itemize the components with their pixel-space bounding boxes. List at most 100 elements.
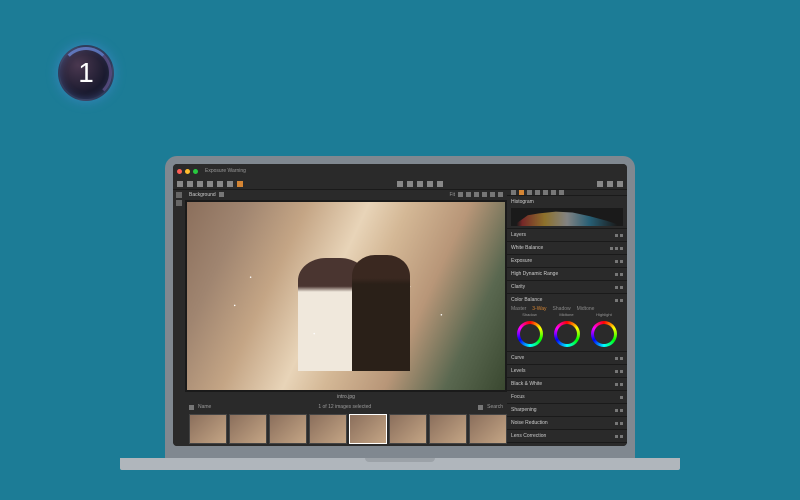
help-icon[interactable] [610, 247, 613, 250]
name-sort-label[interactable]: Name [198, 404, 211, 410]
reset-icon[interactable] [620, 435, 623, 438]
cb-tab-midtone[interactable]: Midtone [577, 306, 595, 312]
reset-icon[interactable] [620, 409, 623, 412]
help-icon[interactable] [615, 260, 618, 263]
styles-tab-icon[interactable] [543, 190, 548, 195]
exposure-tab-icon[interactable] [527, 190, 532, 195]
help-icon[interactable] [620, 396, 623, 399]
background-tab[interactable]: Background [189, 192, 216, 198]
redo-icon[interactable] [427, 181, 433, 187]
library-tab-icon[interactable] [176, 192, 182, 198]
panel-title[interactable]: Exposure [511, 258, 532, 264]
help-icon[interactable] [615, 273, 618, 276]
reset-icon[interactable] [620, 286, 623, 289]
thumbnail[interactable] [269, 414, 307, 444]
zoom-icon[interactable] [458, 192, 463, 197]
panel-title[interactable]: Curve [511, 355, 524, 361]
help-icon[interactable] [615, 422, 618, 425]
midtone-wheel[interactable] [554, 321, 580, 347]
eyedropper-icon[interactable] [466, 192, 471, 197]
thumbnail[interactable] [189, 414, 227, 444]
filename-label: intro.jpg [185, 392, 507, 402]
help-icon[interactable] [615, 370, 618, 373]
reset-icon[interactable] [437, 181, 443, 187]
star-icon[interactable] [597, 181, 603, 187]
color-tab-icon[interactable] [519, 190, 524, 195]
thumbnail[interactable] [349, 414, 387, 444]
bw-panel: Black & White [507, 378, 627, 391]
reset-icon[interactable] [620, 383, 623, 386]
reset-icon[interactable] [620, 234, 623, 237]
help-icon[interactable] [615, 409, 618, 412]
help-icon[interactable] [615, 299, 618, 302]
search-icon[interactable] [478, 405, 483, 410]
flip-icon[interactable] [490, 192, 495, 197]
reset-icon[interactable] [620, 357, 623, 360]
panel-title[interactable]: Black & White [511, 381, 542, 387]
arrow-icon[interactable] [177, 181, 183, 187]
rotate-right-icon[interactable] [482, 192, 487, 197]
reset-icon[interactable] [620, 370, 623, 373]
panel-title[interactable]: Focus [511, 394, 525, 400]
close-icon[interactable] [177, 169, 182, 174]
reset-icon[interactable] [620, 299, 623, 302]
help-icon[interactable] [615, 286, 618, 289]
help-icon[interactable] [615, 357, 618, 360]
help-icon[interactable] [615, 234, 618, 237]
panel-title[interactable]: Layers [511, 232, 526, 238]
lens-correction-panel: Lens Correction [507, 430, 627, 443]
search-input[interactable]: Search [487, 404, 503, 410]
add-layer-icon[interactable] [219, 192, 224, 197]
panel-title[interactable]: Color Balance [511, 297, 542, 303]
panel-title[interactable]: Lens Correction [511, 433, 546, 439]
brush-icon[interactable] [207, 181, 213, 187]
reset-icon[interactable] [620, 260, 623, 263]
thumbnail[interactable] [229, 414, 267, 444]
thumbnail-strip[interactable] [185, 412, 507, 446]
grid-icon[interactable] [498, 192, 503, 197]
minimize-icon[interactable] [185, 169, 190, 174]
folder-icon[interactable] [237, 181, 243, 187]
thumbnail[interactable] [389, 414, 427, 444]
sessions-tab-icon[interactable] [176, 200, 182, 206]
highlight-wheel[interactable] [591, 321, 617, 347]
panel-title[interactable]: Clarity [511, 284, 525, 290]
panel-title[interactable]: White Balance [511, 245, 543, 251]
fit-label[interactable]: Fit [449, 192, 455, 198]
help-icon[interactable] [615, 383, 618, 386]
copy-icon[interactable] [407, 181, 413, 187]
rotate-icon[interactable] [397, 181, 403, 187]
thumbnail[interactable] [309, 414, 347, 444]
reset-icon[interactable] [620, 273, 623, 276]
panel-title[interactable]: Levels [511, 368, 525, 374]
export-icon[interactable] [617, 181, 623, 187]
reset-icon[interactable] [620, 247, 623, 250]
heal-icon[interactable] [227, 181, 233, 187]
panel-title[interactable]: Noise Reduction [511, 420, 548, 426]
details-tab-icon[interactable] [535, 190, 540, 195]
shadow-wheel[interactable] [517, 321, 543, 347]
panel-title[interactable]: Sharpening [511, 407, 537, 413]
color-tag-icon[interactable] [607, 181, 613, 187]
thumbnail[interactable] [429, 414, 467, 444]
picker-icon[interactable] [615, 247, 618, 250]
crop-icon[interactable] [197, 181, 203, 187]
metadata-tab-icon[interactable] [551, 190, 556, 195]
maximize-icon[interactable] [193, 169, 198, 174]
mask-icon[interactable] [217, 181, 223, 187]
hand-icon[interactable] [187, 181, 193, 187]
screen-bezel: Exposure Warning Background Fit intro.jp… [165, 156, 635, 458]
lens-tab-icon[interactable] [511, 190, 516, 195]
thumbnail[interactable] [469, 414, 507, 444]
adjustments-tab-icon[interactable] [559, 190, 564, 195]
help-icon[interactable] [615, 435, 618, 438]
undo-icon[interactable] [417, 181, 423, 187]
viewer-canvas[interactable] [185, 200, 507, 392]
main-photo [187, 202, 505, 390]
keystone-panel: Keystone [507, 443, 627, 446]
sort-icon[interactable] [189, 405, 194, 410]
panel-title[interactable]: High Dynamic Range [511, 271, 558, 277]
panel-title[interactable]: Histogram [511, 199, 534, 205]
annotation-icon[interactable] [474, 192, 479, 197]
reset-icon[interactable] [620, 422, 623, 425]
